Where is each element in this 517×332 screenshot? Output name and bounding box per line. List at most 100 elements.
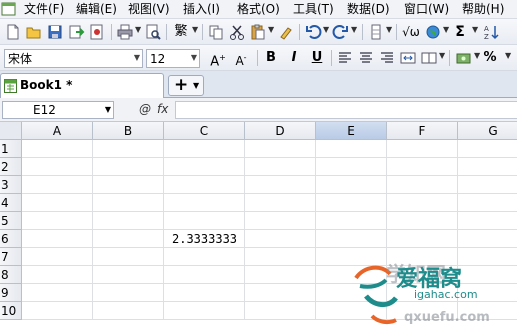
align-left-icon[interactable] bbox=[336, 49, 354, 67]
sum-function-icon[interactable]: √ω bbox=[400, 24, 422, 40]
undo-icon[interactable] bbox=[304, 23, 322, 41]
cell-g2[interactable] bbox=[458, 158, 517, 176]
font-size-select[interactable]: 12 ▼ bbox=[146, 49, 200, 68]
more-dropdown-icon[interactable]: ▼ bbox=[505, 51, 511, 60]
cell-f3[interactable] bbox=[387, 176, 458, 194]
cell-c9[interactable] bbox=[164, 284, 245, 302]
column-header-c[interactable]: C bbox=[164, 122, 245, 140]
autosum-dropdown-icon[interactable]: ▼ bbox=[472, 25, 478, 34]
bold-button[interactable]: B bbox=[263, 50, 279, 66]
cell-d7[interactable] bbox=[245, 248, 316, 266]
cell-d10[interactable] bbox=[245, 302, 316, 320]
cell-g1[interactable] bbox=[458, 140, 517, 158]
traditional-chinese-icon[interactable]: 繁 bbox=[173, 24, 189, 40]
cell-b3[interactable] bbox=[93, 176, 164, 194]
cell-d5[interactable] bbox=[245, 212, 316, 230]
hyperlink-dropdown-icon[interactable]: ▼ bbox=[443, 25, 449, 34]
cell-e3[interactable] bbox=[316, 176, 387, 194]
cell-d9[interactable] bbox=[245, 284, 316, 302]
workbook-icon[interactable] bbox=[1, 2, 16, 16]
menu-format[interactable]: 格式(O) bbox=[237, 2, 280, 17]
cell-e6[interactable] bbox=[316, 230, 387, 248]
cell-d2[interactable] bbox=[245, 158, 316, 176]
cell-c7[interactable] bbox=[164, 248, 245, 266]
save-icon[interactable] bbox=[46, 23, 64, 41]
cell-f1[interactable] bbox=[387, 140, 458, 158]
percent-format-button[interactable]: % bbox=[482, 50, 498, 66]
column-icon[interactable] bbox=[367, 23, 385, 41]
row-header-3[interactable]: 3 bbox=[0, 176, 22, 194]
column-header-f[interactable]: F bbox=[387, 122, 458, 140]
copy-icon[interactable] bbox=[207, 23, 225, 41]
cell-f5[interactable] bbox=[387, 212, 458, 230]
merge-dropdown-icon[interactable]: ▼ bbox=[439, 51, 445, 60]
menu-window[interactable]: 窗口(W) bbox=[404, 2, 449, 17]
row-header-10[interactable]: 10 bbox=[0, 302, 22, 320]
cell-g6[interactable] bbox=[458, 230, 517, 248]
print-preview-icon[interactable] bbox=[144, 23, 162, 41]
row-header-9[interactable]: 9 bbox=[0, 284, 22, 302]
cell-g3[interactable] bbox=[458, 176, 517, 194]
redo-dropdown-icon[interactable]: ▼ bbox=[351, 25, 357, 34]
print-dropdown-icon[interactable]: ▼ bbox=[135, 25, 141, 34]
cell-a5[interactable] bbox=[22, 212, 93, 230]
chevron-down-icon[interactable]: ▼ bbox=[134, 53, 140, 62]
column-dropdown-icon[interactable]: ▼ bbox=[386, 25, 392, 34]
new-tab-button[interactable]: + ▼ bbox=[168, 75, 204, 96]
cell-a1[interactable] bbox=[22, 140, 93, 158]
cell-d8[interactable] bbox=[245, 266, 316, 284]
menu-tools[interactable]: 工具(T) bbox=[293, 2, 334, 17]
export-icon[interactable] bbox=[67, 23, 85, 41]
cell-b7[interactable] bbox=[93, 248, 164, 266]
new-icon[interactable] bbox=[4, 23, 22, 41]
chevron-down-icon[interactable]: ▼ bbox=[105, 105, 111, 114]
cell-c8[interactable] bbox=[164, 266, 245, 284]
menu-insert[interactable]: 插入(I) bbox=[183, 2, 220, 17]
cell-f2[interactable] bbox=[387, 158, 458, 176]
shrink-font-button[interactable]: A- bbox=[233, 50, 249, 69]
chevron-down-icon[interactable]: ▼ bbox=[193, 81, 199, 90]
align-center-icon[interactable] bbox=[357, 49, 375, 67]
column-header-e[interactable]: E bbox=[316, 122, 387, 140]
menu-view[interactable]: 视图(V) bbox=[128, 2, 170, 17]
insert-function-icon[interactable]: fx bbox=[157, 102, 168, 116]
italic-button[interactable]: I bbox=[286, 50, 302, 66]
hyperlink-globe-icon[interactable] bbox=[424, 23, 442, 41]
cell-e4[interactable] bbox=[316, 194, 387, 212]
column-header-g[interactable]: G bbox=[458, 122, 517, 140]
tab-book1[interactable]: Book1 * bbox=[0, 73, 164, 98]
paste-icon[interactable] bbox=[249, 23, 267, 41]
underline-button[interactable]: U bbox=[309, 50, 325, 66]
cell-a3[interactable] bbox=[22, 176, 93, 194]
cell-d6[interactable] bbox=[245, 230, 316, 248]
cell-c4[interactable] bbox=[164, 194, 245, 212]
cell-b9[interactable] bbox=[93, 284, 164, 302]
cell-g5[interactable] bbox=[458, 212, 517, 230]
redo-icon[interactable] bbox=[332, 23, 350, 41]
formula-input[interactable] bbox=[175, 101, 517, 119]
paste-dropdown-icon[interactable]: ▼ bbox=[268, 25, 274, 34]
row-header-4[interactable]: 4 bbox=[0, 194, 22, 212]
cell-a2[interactable] bbox=[22, 158, 93, 176]
row-header-5[interactable]: 5 bbox=[0, 212, 22, 230]
open-icon[interactable] bbox=[25, 23, 43, 41]
cell-e1[interactable] bbox=[316, 140, 387, 158]
row-header-1[interactable]: 1 bbox=[0, 140, 22, 158]
column-header-d[interactable]: D bbox=[245, 122, 316, 140]
row-header-7[interactable]: 7 bbox=[0, 248, 22, 266]
cell-b2[interactable] bbox=[93, 158, 164, 176]
cell-e5[interactable] bbox=[316, 212, 387, 230]
grow-font-button[interactable]: A+ bbox=[210, 50, 226, 70]
cell-a10[interactable] bbox=[22, 302, 93, 320]
currency-dropdown-icon[interactable]: ▼ bbox=[474, 51, 480, 60]
cell-c2[interactable] bbox=[164, 158, 245, 176]
cell-g4[interactable] bbox=[458, 194, 517, 212]
cell-b6[interactable] bbox=[93, 230, 164, 248]
autosum-icon[interactable]: Σ bbox=[452, 24, 468, 40]
row-header-2[interactable]: 2 bbox=[0, 158, 22, 176]
cell-d3[interactable] bbox=[245, 176, 316, 194]
cell-a4[interactable] bbox=[22, 194, 93, 212]
merge-center-icon[interactable] bbox=[399, 49, 417, 67]
cell-b8[interactable] bbox=[93, 266, 164, 284]
column-header-b[interactable]: B bbox=[93, 122, 164, 140]
